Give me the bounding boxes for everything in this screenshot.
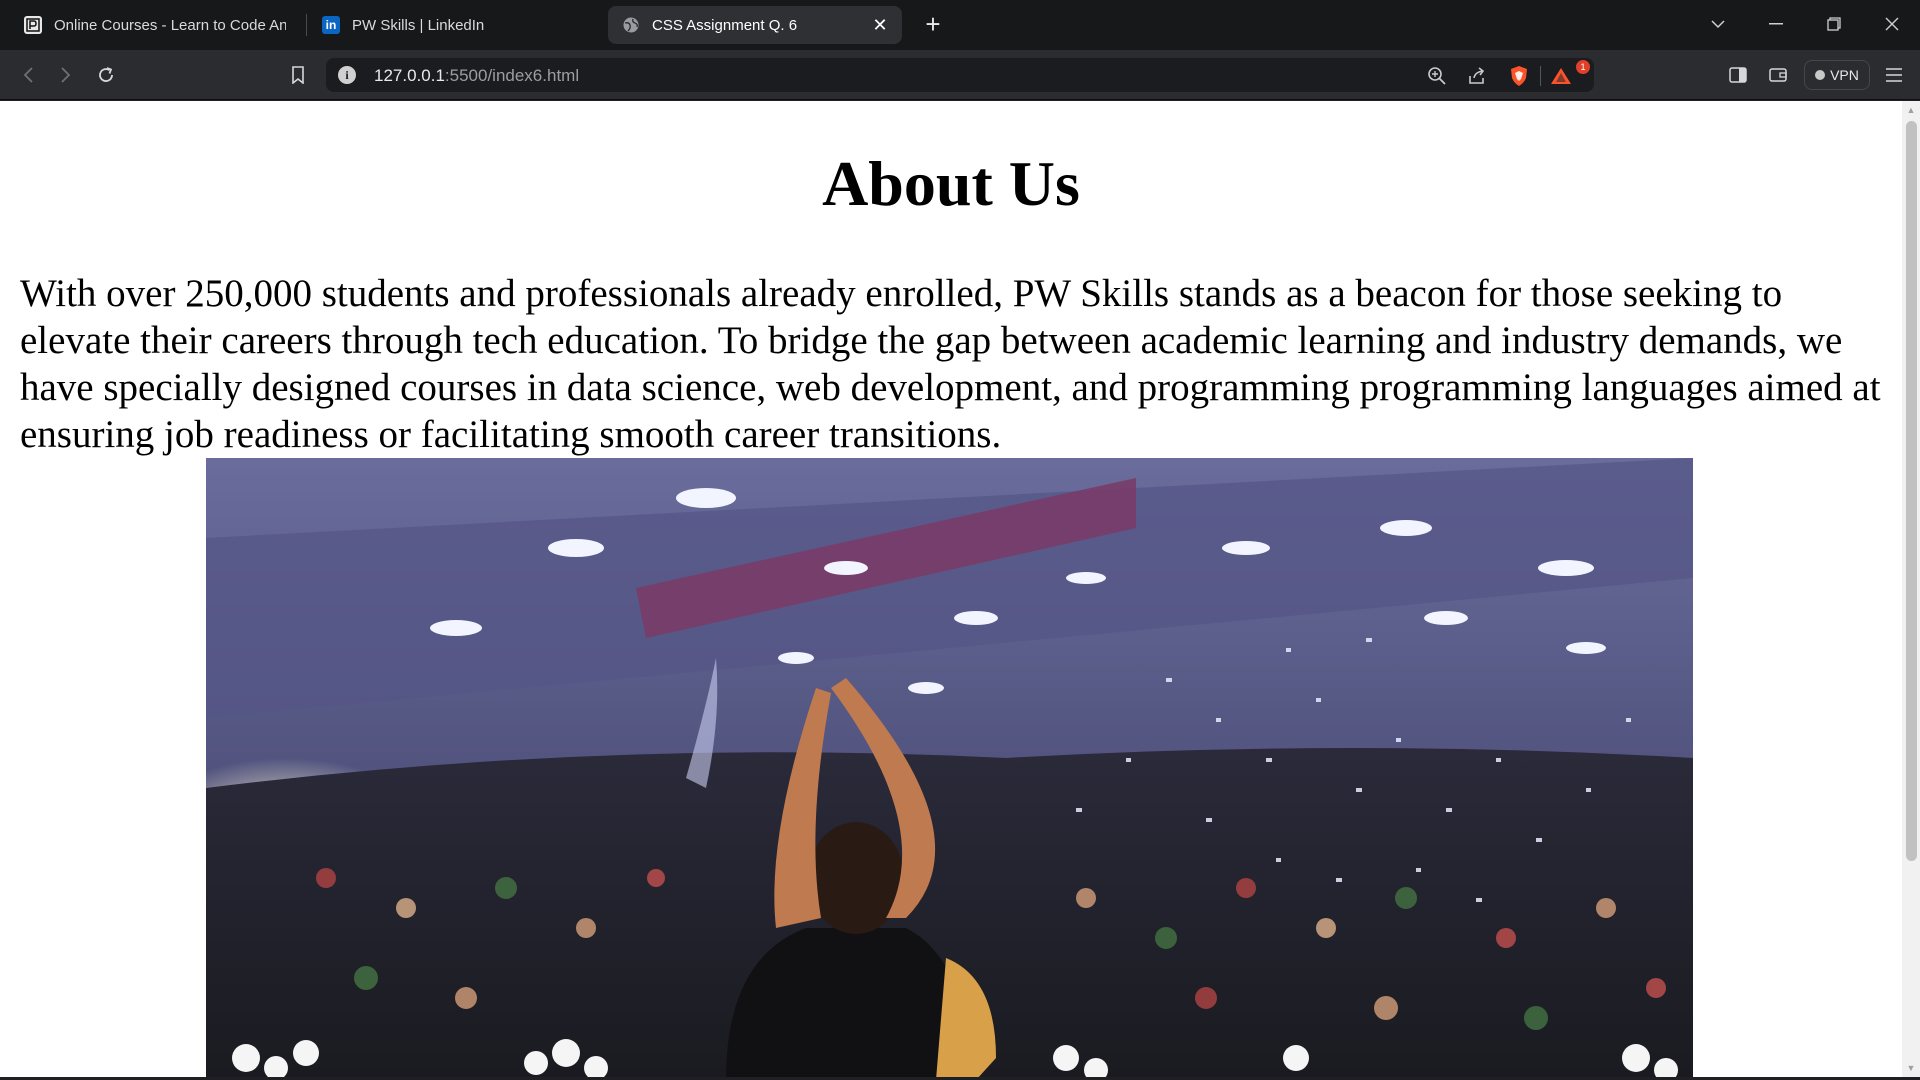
zoom-icon[interactable] <box>1426 65 1448 87</box>
forward-icon[interactable] <box>52 62 80 88</box>
minimize-icon[interactable] <box>1756 6 1796 42</box>
back-icon[interactable] <box>14 62 42 88</box>
brave-rewards-icon[interactable] <box>1550 65 1572 87</box>
bookmark-icon[interactable] <box>284 62 312 88</box>
tab-search-chevron-down-icon[interactable] <box>1698 6 1738 42</box>
tab-linkedin[interactable]: in PW Skills | LinkedIn <box>308 6 598 44</box>
vpn-label: VPN <box>1830 67 1859 83</box>
celebration-photo <box>206 458 1693 1077</box>
sidebar-toggle-icon[interactable] <box>1724 62 1752 88</box>
tab-css-assignment[interactable]: CSS Assignment Q. 6 ✕ <box>608 6 902 44</box>
page-viewport: About Us With over 250,000 students and … <box>0 101 1902 1077</box>
tab-title: PW Skills | LinkedIn <box>352 16 485 34</box>
scroll-down-icon[interactable]: ▼ <box>1906 1063 1916 1073</box>
url-separator <box>1540 66 1541 86</box>
crowd-confetti-image <box>206 458 1693 1077</box>
vpn-status-icon <box>1815 70 1826 80</box>
menu-icon[interactable] <box>1880 62 1908 88</box>
about-paragraph: With over 250,000 students and professio… <box>20 272 1881 456</box>
brave-shields-icon[interactable] <box>1508 65 1530 87</box>
close-tab-icon[interactable]: ✕ <box>870 15 890 35</box>
site-info-icon[interactable]: i <box>338 66 356 84</box>
share-icon[interactable] <box>1466 65 1488 87</box>
browser-toolbar: i 127.0.0.1:5500/index6.html 1 VPN <box>0 50 1920 100</box>
address-bar[interactable]: i 127.0.0.1:5500/index6.html 1 <box>326 58 1594 92</box>
reload-icon[interactable] <box>92 62 120 88</box>
vpn-button[interactable]: VPN <box>1804 60 1870 90</box>
tab-title: Online Courses - Learn to Code Anyw <box>54 16 286 34</box>
scroll-up-icon[interactable]: ▲ <box>1906 105 1916 115</box>
close-window-icon[interactable] <box>1872 6 1912 42</box>
tab-separator <box>306 14 307 36</box>
tab-strip: Online Courses - Learn to Code Anyw in P… <box>0 0 1920 50</box>
restore-icon[interactable] <box>1814 6 1854 42</box>
new-tab-button[interactable]: + <box>918 10 948 40</box>
pw-logo-icon <box>24 16 42 34</box>
globe-icon <box>622 16 640 34</box>
linkedin-icon: in <box>322 16 340 34</box>
notification-badge: 1 <box>1576 60 1590 74</box>
tab-online-courses[interactable]: Online Courses - Learn to Code Anyw <box>10 6 300 44</box>
url-text[interactable]: 127.0.0.1:5500/index6.html <box>374 66 579 86</box>
wallet-icon[interactable] <box>1764 62 1792 88</box>
page-title: About Us <box>822 148 1080 219</box>
scrollbar-thumb[interactable] <box>1906 121 1917 861</box>
tab-title: CSS Assignment Q. 6 <box>652 16 798 34</box>
vertical-scrollbar[interactable]: ▲ ▼ <box>1902 101 1920 1077</box>
